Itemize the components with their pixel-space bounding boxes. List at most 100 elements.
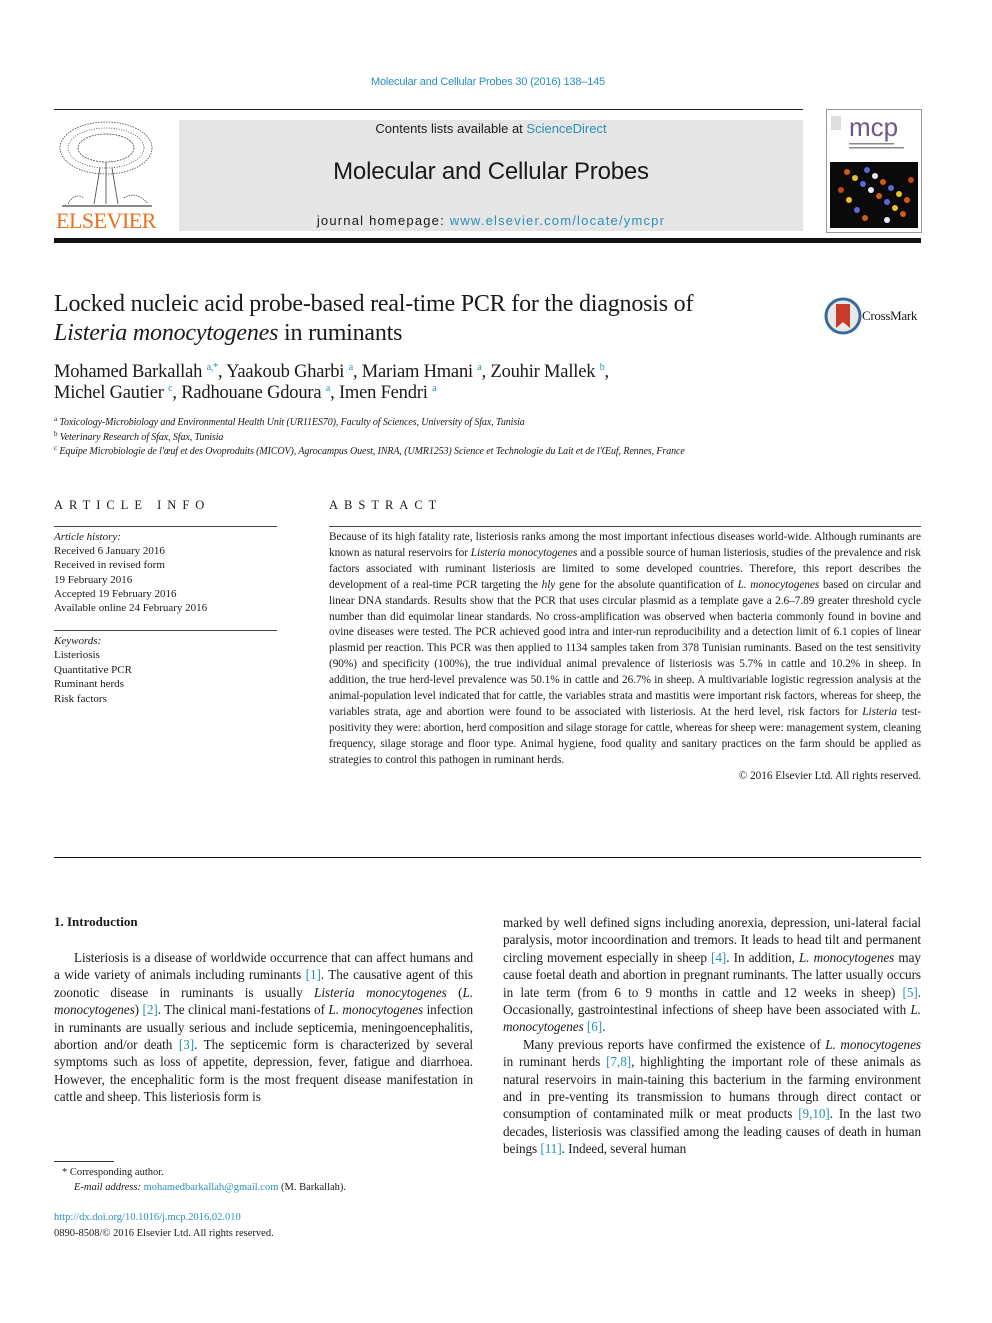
author-email-link[interactable]: mohamedbarkallah@gmail.com	[144, 1182, 279, 1193]
text-run: )	[134, 1002, 143, 1018]
email-label: E-mail address:	[74, 1182, 144, 1193]
author-separator: ,	[604, 362, 610, 382]
author-separator: ,	[172, 383, 182, 403]
history-item: Received 6 January 2016	[54, 545, 165, 558]
affiliation-item: a Toxicology-Microbiology and Environmen…	[54, 416, 934, 431]
keywords-block: Keywords: Listeriosis Quantitative PCR R…	[54, 634, 284, 706]
issn-copyright: 0890-8508/© 2016 Elsevier Ltd. All right…	[54, 1227, 274, 1239]
text-run: .	[602, 1019, 606, 1035]
text-run: Many previous reports have confirmed the…	[523, 1036, 826, 1052]
reference-link[interactable]: [2]	[143, 1002, 158, 1017]
keyword-item: Risk factors	[54, 692, 107, 705]
email-suffix: (M. Barkallah).	[278, 1182, 347, 1193]
journal-cover-thumbnail[interactable]: mcp	[826, 109, 922, 233]
text-run: . In addition,	[726, 949, 799, 965]
cover-mcp-logo: mcp	[849, 112, 898, 142]
author-name[interactable]: Mariam Hmani	[362, 362, 473, 382]
reference-link[interactable]: [1]	[306, 967, 321, 982]
crossmark-icon	[824, 297, 862, 335]
journal-name: Molecular and Cellular Probes	[333, 158, 649, 185]
abstract-paragraph: Because of its high fatality rate, liste…	[329, 530, 921, 769]
intro-paragraph-1: Listeriosis is a disease of worldwide oc…	[54, 949, 473, 1106]
history-item: 19 February 2016	[54, 573, 133, 586]
journal-homepage-line: journal homepage: www.elsevier.com/locat…	[179, 213, 803, 228]
article-info-heading: ARTICLE INFO	[54, 498, 211, 512]
journal-header-banner: Contents lists available at ScienceDirec…	[179, 120, 803, 231]
footnote-rule	[54, 1161, 114, 1162]
history-item: Available online 24 February 2016	[54, 602, 208, 615]
italic-run: L. monocytogenes	[328, 1002, 424, 1018]
author-name[interactable]: Zouhir Mallek	[490, 362, 595, 382]
italic-run: L. monocytogenes	[825, 1036, 921, 1052]
keywords-rule	[54, 630, 277, 631]
crossmark-label: CrossMark	[862, 308, 918, 323]
doi-block: http://dx.doi.org/10.1016/j.mcp.2016.02.…	[54, 1210, 454, 1241]
intro-paragraph-2: Many previous reports have confirmed the…	[503, 1036, 921, 1158]
affiliation-text: Toxicology-Microbiology and Environmenta…	[57, 417, 525, 428]
keywords-label: Keywords:	[54, 635, 102, 647]
abstract-text-run: gene for the absolute quantification of	[555, 578, 738, 591]
keyword-item: Quantitative PCR	[54, 663, 132, 676]
journal-homepage-link[interactable]: www.elsevier.com/locate/ymcpr	[450, 213, 665, 228]
author-name[interactable]: Michel Gautier	[54, 383, 164, 403]
author-affiliation-marker[interactable]: a	[432, 383, 436, 394]
italic-run: Listeria monocytogenes	[314, 984, 447, 1000]
section-divider-rule	[54, 857, 921, 858]
reference-link[interactable]: [3]	[179, 1037, 194, 1052]
history-item: Accepted 19 February 2016	[54, 587, 177, 600]
header-rule	[54, 109, 803, 110]
corresponding-author-note: * Corresponding author.	[62, 1167, 164, 1178]
abstract-copyright: © 2016 Elsevier Ltd. All rights reserved…	[738, 769, 921, 782]
history-label: Article history:	[54, 531, 121, 543]
author-separator: ,	[217, 362, 227, 382]
abstract-italic-run: Listeria monocytogenes	[470, 546, 578, 559]
affiliation-text: Veterinary Research of Sfax, Sfax, Tunis…	[57, 431, 224, 443]
affiliation-text: Equipe Microbiologie de l'œuf et des Ovo…	[57, 446, 685, 457]
author-separator: ,	[352, 362, 362, 382]
sciencedirect-link[interactable]: ScienceDirect	[526, 121, 606, 136]
journal-citation-link[interactable]: Molecular and Cellular Probes 30 (2016) …	[0, 76, 976, 88]
body-column-left: Listeriosis is a disease of worldwide oc…	[54, 949, 473, 1106]
italic-run: L. monocytogenes	[798, 949, 895, 965]
keyword-item: Ruminant herds	[54, 678, 124, 691]
elsevier-tree-icon	[59, 121, 153, 207]
reference-link[interactable]: [9,10]	[798, 1106, 830, 1121]
article-title: Locked nucleic acid probe-based real-tim…	[54, 290, 814, 348]
reference-link[interactable]: [4]	[711, 950, 726, 965]
affiliations: a Toxicology-Microbiology and Environmen…	[54, 416, 934, 460]
reference-link[interactable]: [5]	[903, 985, 918, 1000]
title-species: Listeria monocytogenes	[54, 320, 279, 346]
article-history: Article history: Received 6 January 2016…	[54, 530, 284, 615]
author-name[interactable]: Imen Fendri	[339, 383, 428, 403]
crossmark-button[interactable]: CrossMark	[824, 296, 924, 336]
affiliation-item: c Equipe Microbiologie de l'œuf et des O…	[54, 445, 934, 460]
elsevier-logo[interactable]: ELSEVIER	[54, 118, 158, 234]
contents-prefix: Contents lists available at	[375, 121, 527, 136]
title-line-2-rest: in ruminants	[278, 320, 403, 346]
author-name[interactable]: Radhouane Gdoura	[181, 383, 321, 403]
corresponding-author-footnote: * Corresponding author. E-mail address: …	[62, 1165, 462, 1195]
abstract-body: Because of its high fatality rate, liste…	[329, 530, 921, 785]
contents-available-line: Contents lists available at ScienceDirec…	[179, 121, 803, 136]
abstract-italic-run: L. monocytogenes	[737, 578, 820, 591]
author-name[interactable]: Mohamed Barkallah	[54, 362, 202, 382]
homepage-prefix: journal homepage:	[316, 213, 450, 228]
article-info-rule	[54, 526, 277, 527]
reference-link[interactable]: [6]	[587, 1019, 602, 1034]
reference-link[interactable]: [7,8]	[606, 1054, 631, 1069]
author-separator: ,	[330, 383, 339, 403]
title-line-1: Locked nucleic acid probe-based real-tim…	[54, 291, 694, 317]
author-list: Mohamed Barkallah a,*, Yaakoub Gharbi a,…	[54, 362, 914, 404]
author-name[interactable]: Yaakoub Gharbi	[226, 362, 344, 382]
journal-cover-image: mcp	[827, 110, 921, 232]
history-item: Received in revised form	[54, 559, 165, 572]
keyword-item: Listeriosis	[54, 649, 100, 662]
doi-link[interactable]: http://dx.doi.org/10.1016/j.mcp.2016.02.…	[54, 1210, 454, 1226]
text-run: . The clinical mani-festations of	[157, 1002, 329, 1018]
reference-link[interactable]: [11]	[540, 1141, 561, 1156]
author-affiliation-marker[interactable]: a,*	[207, 362, 219, 373]
text-run: (	[446, 984, 463, 1000]
abstract-italic-run: hly	[541, 578, 556, 591]
intro-paragraph-1-continued: marked by well defined signs including a…	[503, 914, 921, 1036]
text-run: . Indeed, several human	[561, 1141, 687, 1157]
